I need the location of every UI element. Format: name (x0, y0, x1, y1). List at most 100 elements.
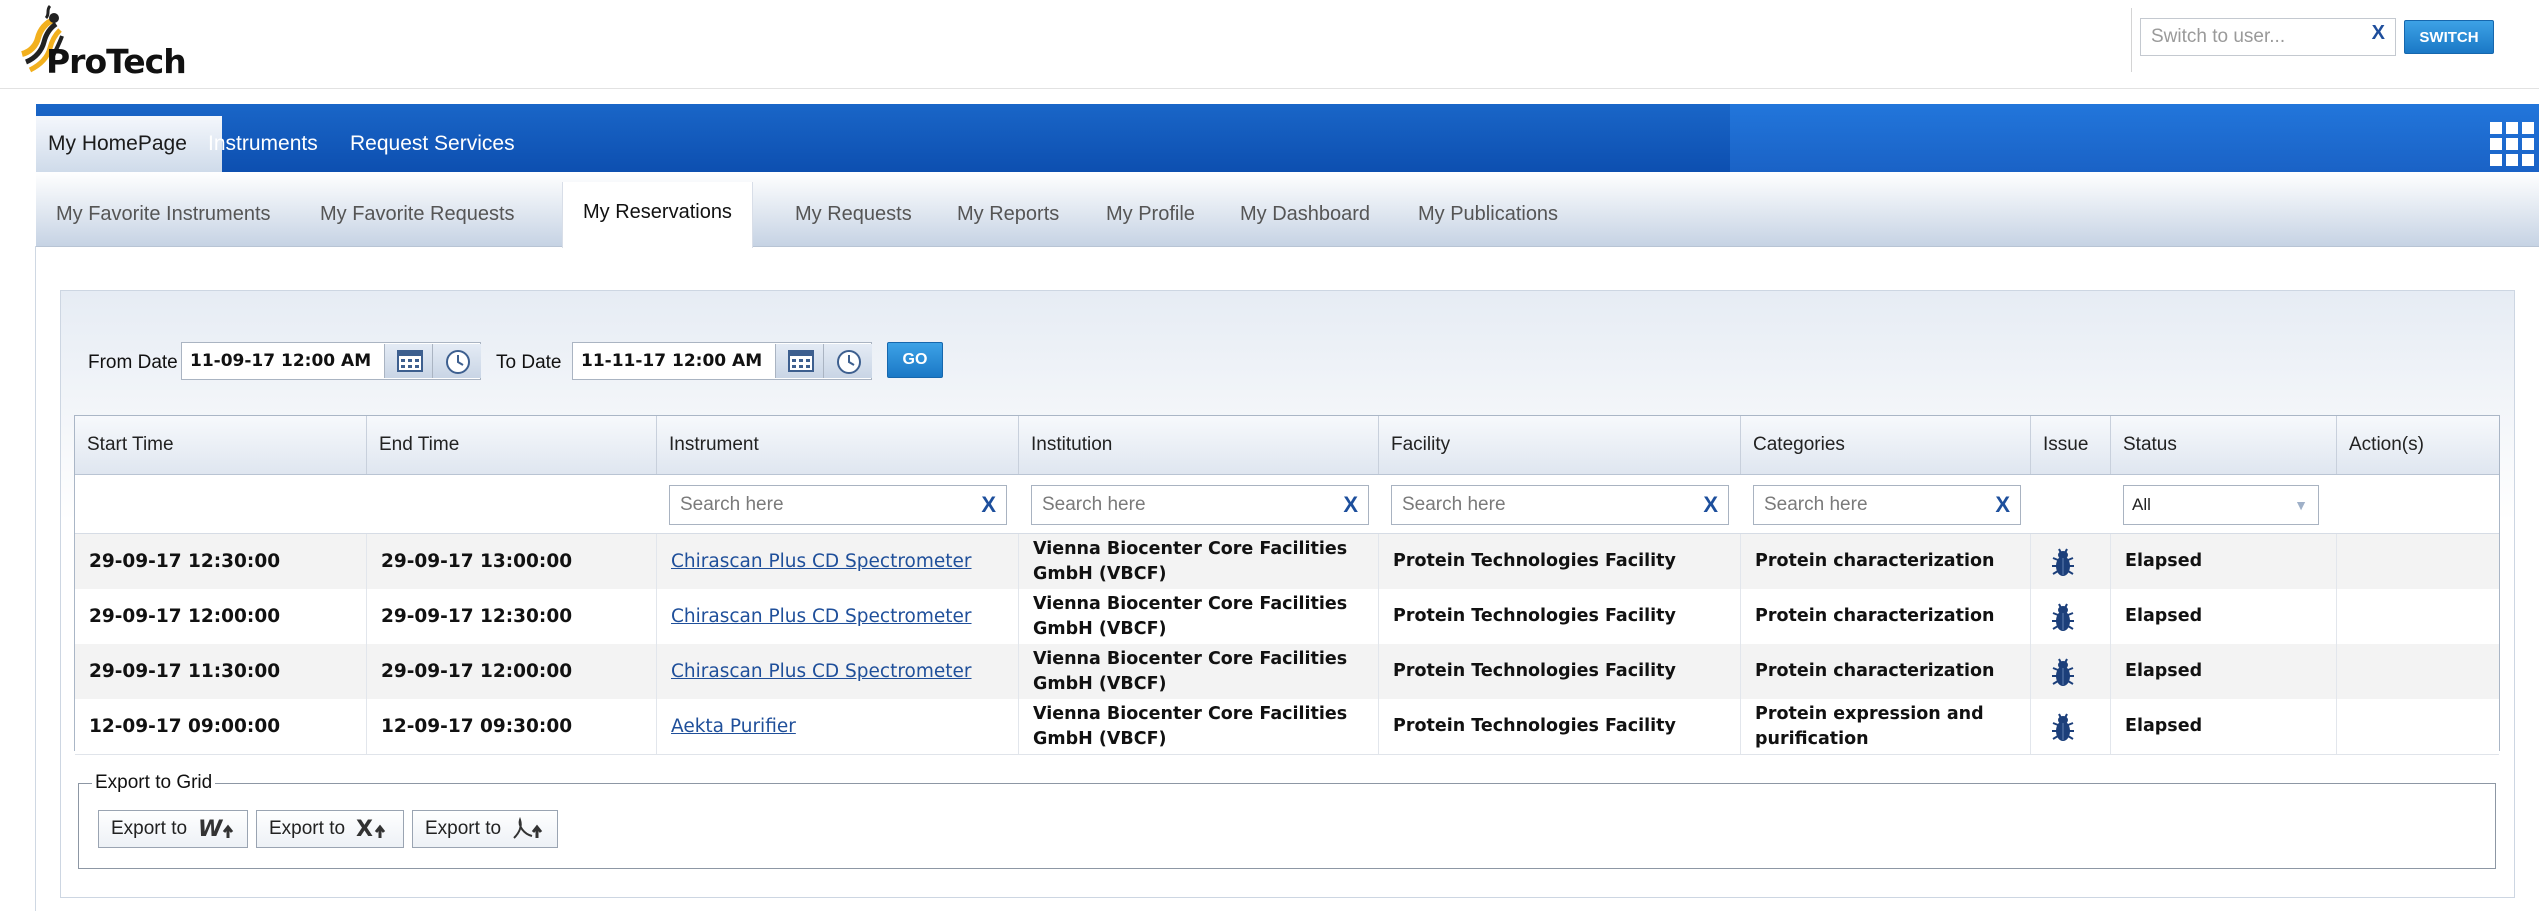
institution-filter: X (1031, 485, 1369, 525)
sub-tab-my-profile[interactable]: My Profile (1086, 182, 1215, 246)
cell-category: Protein expression and purification (1741, 699, 2031, 754)
cell-end-time: 12-09-17 09:30:00 (367, 699, 657, 754)
bug-icon[interactable] (2049, 656, 2077, 688)
to-calendar-button[interactable] (775, 344, 824, 378)
cell-start-time: 29-09-17 12:00:00 (75, 589, 367, 644)
grid-header: Start Time End Time Instrument Instituti… (75, 416, 2499, 475)
instrument-link[interactable]: Chirascan Plus CD Spectrometer (671, 659, 972, 684)
institution-search-input[interactable] (1040, 486, 1313, 524)
header-divider (0, 88, 2539, 89)
switch-user-clear-icon[interactable]: X (2372, 22, 2385, 45)
instrument-filter: X (669, 485, 1007, 525)
cell-facility: Protein Technologies Facility (1379, 644, 1741, 699)
column-header-issue[interactable]: Issue (2031, 416, 2111, 474)
to-date-field (572, 342, 872, 380)
cell-start-time: 29-09-17 12:30:00 (75, 534, 367, 589)
sub-tab-my-reservations[interactable]: My Reservations (562, 182, 753, 248)
cell-status: Elapsed (2111, 699, 2337, 754)
switch-button[interactable]: SWITCH (2404, 20, 2494, 54)
table-row: 29-09-17 12:00:00 29-09-17 12:30:00 Chir… (75, 589, 2499, 645)
column-header-institution[interactable]: Institution (1019, 416, 1379, 474)
table-row: 12-09-17 09:00:00 12-09-17 09:30:00 Aekt… (75, 699, 2499, 755)
export-word-label: Export to (111, 818, 188, 839)
calendar-icon (397, 350, 423, 372)
reservations-grid: Start Time End Time Instrument Instituti… (74, 415, 2500, 755)
pdf-export-icon (513, 816, 543, 839)
cell-instrument: Chirascan Plus CD Spectrometer (657, 534, 1019, 589)
export-pdf-button[interactable]: Export to (412, 810, 558, 848)
cell-issue (2031, 699, 2111, 754)
sub-tab-favorite-requests[interactable]: My Favorite Requests (300, 182, 535, 246)
cell-institution: Vienna Biocenter Core Facilities GmbH (V… (1019, 534, 1379, 589)
protech-logo[interactable]: ProTech (16, 4, 187, 82)
institution-clear-icon[interactable]: X (1343, 492, 1358, 518)
cell-actions (2337, 589, 2499, 644)
clock-icon (446, 350, 470, 374)
svg-text:W: W (198, 817, 224, 842)
export-word-button[interactable]: Export to W (98, 810, 248, 848)
cell-status: Elapsed (2111, 589, 2337, 644)
go-button[interactable]: GO (887, 342, 943, 378)
column-header-end-time[interactable]: End Time (367, 416, 657, 474)
categories-filter: X (1753, 485, 2021, 525)
instrument-search-input[interactable] (678, 486, 951, 524)
column-header-status[interactable]: Status (2111, 416, 2337, 474)
cell-institution: Vienna Biocenter Core Facilities GmbH (V… (1019, 644, 1379, 699)
instrument-link[interactable]: Aekta Purifier (671, 714, 796, 739)
from-calendar-button[interactable] (384, 344, 433, 378)
facility-clear-icon[interactable]: X (1703, 492, 1718, 518)
cell-start-time: 29-09-17 11:30:00 (75, 644, 367, 699)
instrument-link[interactable]: Chirascan Plus CD Spectrometer (671, 549, 972, 574)
table-row: 29-09-17 12:30:00 29-09-17 13:00:00 Chir… (75, 534, 2499, 590)
column-header-instrument[interactable]: Instrument (657, 416, 1019, 474)
bug-icon[interactable] (2049, 601, 2077, 633)
export-excel-label: Export to (269, 818, 346, 839)
sub-tab-my-reports[interactable]: My Reports (937, 182, 1079, 246)
column-header-categories[interactable]: Categories (1741, 416, 2031, 474)
cell-issue (2031, 534, 2111, 589)
facility-search-input[interactable] (1400, 486, 1673, 524)
column-header-facility[interactable]: Facility (1379, 416, 1741, 474)
sub-tab-my-publications[interactable]: My Publications (1398, 182, 1578, 246)
app-grid-icon[interactable] (2490, 122, 2534, 166)
column-header-start-time[interactable]: Start Time (75, 416, 367, 474)
from-date-input[interactable] (188, 343, 392, 379)
to-date-label: To Date (496, 352, 562, 373)
main-tab-my-homepage[interactable]: My HomePage (36, 116, 222, 172)
bug-icon[interactable] (2049, 711, 2077, 743)
categories-search-input[interactable] (1762, 486, 1979, 524)
categories-clear-icon[interactable]: X (1995, 492, 2010, 518)
instrument-clear-icon[interactable]: X (981, 492, 996, 518)
content-left-border (35, 246, 36, 911)
cell-issue (2031, 644, 2111, 699)
excel-export-icon: X (356, 817, 386, 842)
from-clock-button[interactable] (432, 344, 481, 378)
cell-status: Elapsed (2111, 534, 2337, 589)
cell-end-time: 29-09-17 13:00:00 (367, 534, 657, 589)
switch-user-input[interactable] (2149, 19, 2363, 55)
status-filter-value: All (2132, 495, 2151, 514)
cell-start-time: 12-09-17 09:00:00 (75, 699, 367, 754)
status-filter-select[interactable]: All ▼ (2123, 485, 2319, 525)
export-pdf-label: Export to (425, 818, 502, 839)
instrument-link[interactable]: Chirascan Plus CD Spectrometer (671, 604, 972, 629)
export-excel-button[interactable]: Export to X (256, 810, 404, 848)
cell-actions (2337, 699, 2499, 754)
main-nav-right-band (1730, 104, 2539, 172)
cell-end-time: 29-09-17 12:30:00 (367, 589, 657, 644)
switch-user-field: X (2140, 18, 2396, 56)
sub-tab-favorite-instruments[interactable]: My Favorite Instruments (36, 182, 291, 246)
to-clock-button[interactable] (823, 344, 872, 378)
cell-instrument: Chirascan Plus CD Spectrometer (657, 644, 1019, 699)
main-tab-request-services[interactable]: Request Services (338, 116, 527, 172)
sub-tab-my-dashboard[interactable]: My Dashboard (1220, 182, 1390, 246)
to-date-input[interactable] (579, 343, 783, 379)
main-tab-instruments[interactable]: Instruments (196, 116, 330, 172)
cell-facility: Protein Technologies Facility (1379, 589, 1741, 644)
sub-tab-my-requests[interactable]: My Requests (775, 182, 932, 246)
bug-icon[interactable] (2049, 546, 2077, 578)
cell-category: Protein characterization (1741, 589, 2031, 644)
cell-category: Protein characterization (1741, 644, 2031, 699)
export-legend: Export to Grid (92, 772, 216, 794)
cell-issue (2031, 589, 2111, 644)
